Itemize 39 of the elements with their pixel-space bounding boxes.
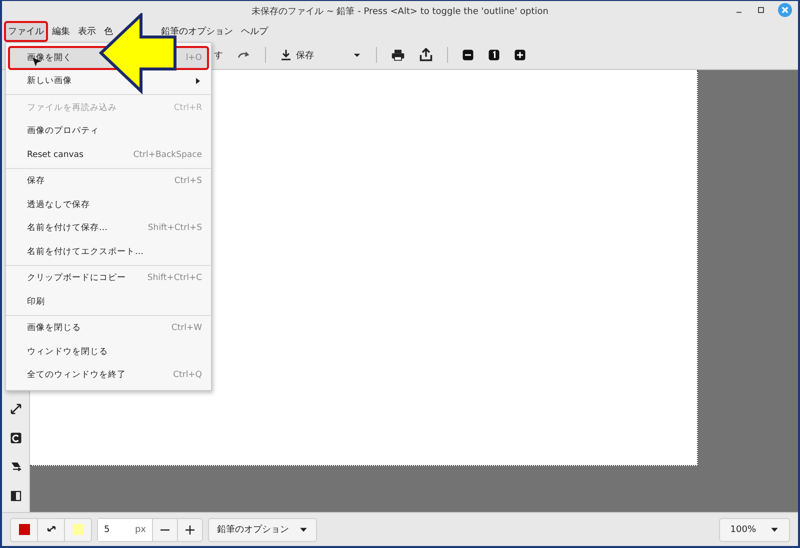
zoom-dropdown[interactable]: 100% — [720, 518, 789, 540]
undo-button[interactable]: す — [214, 48, 223, 62]
download-icon — [280, 49, 292, 61]
skew-icon[interactable] — [10, 461, 22, 473]
menu-item[interactable]: クリップボードにコピー Shift+Ctrl+C — [8, 266, 209, 290]
menu-item[interactable]: 透過なしで保存 — [8, 193, 209, 216]
window-title: 未保存のファイル ~ 鉛筆 - Press <Alt> to toggle the 'outline' option — [251, 6, 549, 18]
menu-item[interactable]: 名前を付けて保存… Shift+Ctrl+S — [8, 216, 209, 240]
zoom-in-icon[interactable] — [514, 49, 526, 61]
menu-item[interactable]: 名前を付けてエクスポート… — [8, 240, 209, 264]
menu-item[interactable]: 鉛筆のオプション — [157, 20, 237, 42]
maximize-icon[interactable] — [756, 5, 766, 15]
save-button[interactable]: 保存 — [280, 48, 314, 62]
menu-item[interactable]: 新しい画像 — [8, 70, 209, 93]
plus-icon[interactable] — [184, 524, 196, 536]
actual-size-icon[interactable] — [488, 49, 500, 61]
caret-icon — [770, 525, 779, 534]
close-icon[interactable] — [778, 3, 792, 17]
menu-item[interactable]: 色 — [100, 20, 117, 42]
menu-item[interactable]: 表示 — [74, 20, 100, 42]
caret-icon — [299, 525, 308, 534]
print-icon[interactable] — [391, 48, 405, 62]
filter-icon[interactable] — [10, 490, 22, 502]
menu-item[interactable]: ファイル — [4, 20, 48, 42]
zoom-out-icon[interactable] — [462, 49, 474, 61]
size-field[interactable]: 5 px — [98, 518, 153, 540]
menu-item[interactable]: 編集 — [48, 20, 74, 42]
rotate-icon[interactable] — [10, 432, 22, 444]
menu-item[interactable]: Reset canvas Ctrl+BackSpace — [8, 143, 209, 166]
options-dropdown[interactable]: 鉛筆のオプション — [209, 518, 316, 540]
menu-item[interactable]: ヘルプ — [237, 20, 272, 42]
menu-item[interactable]: ウィンドウを閉じる — [8, 340, 209, 364]
resize-arrows-icon[interactable] — [10, 403, 22, 415]
menu-item[interactable]: 全てのウィンドウを終了 Ctrl+Q — [8, 364, 209, 387]
share-icon[interactable] — [419, 48, 433, 62]
menu-item[interactable]: 画像のプロパティ — [8, 120, 209, 143]
menu-item[interactable]: 印刷 — [8, 290, 209, 314]
menu-item[interactable]: 保存 Ctrl+S — [8, 170, 209, 193]
menu-item[interactable]: 画像を閉じる Ctrl+W — [8, 316, 209, 340]
